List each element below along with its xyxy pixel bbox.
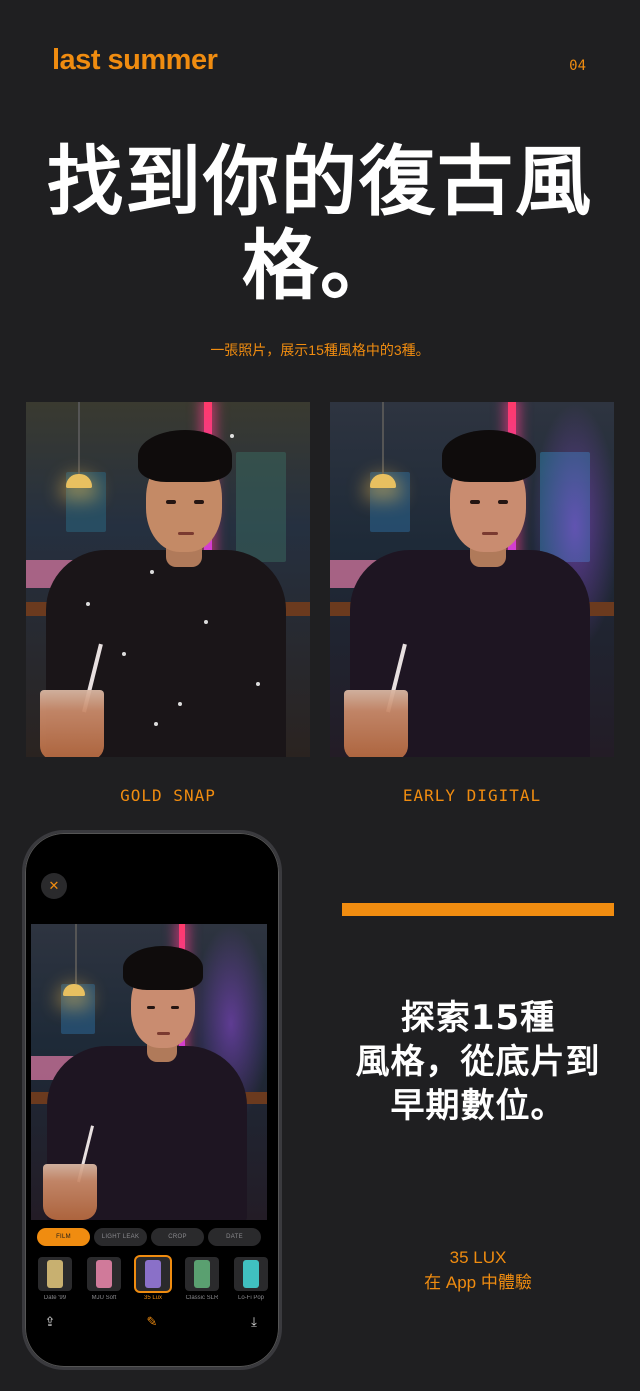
film-speck [86,602,90,606]
film-can-icon [96,1260,112,1288]
film-speck [150,570,154,574]
bottom-toolbar: ⇪ ✎ ⤓ [39,1311,265,1333]
app-name: 35 LUX [449,1248,507,1267]
lamp-cord [78,402,80,474]
film-speck [122,652,126,656]
feature-line-1: 探索15種 [400,998,556,1038]
photo-early-digital [330,402,614,757]
film-speck [204,620,208,624]
tab-crop[interactable]: CROP [151,1228,204,1246]
film-speck [178,702,182,706]
tab-light-leak[interactable]: LIGHT LEAK [94,1228,147,1246]
drink-cup [43,1164,97,1220]
eye [147,1006,155,1009]
feature-line-3: 早期數位。 [390,1086,566,1126]
filter-item[interactable]: Classic SLR [182,1257,222,1305]
filter-item[interactable]: Date '99 [35,1257,75,1305]
filter-list: Date '99 MJU Soft 35 Lux Classic SLR Lo-… [35,1257,275,1305]
film-speck [256,682,260,686]
mouth [157,1032,170,1035]
film-can-icon [194,1260,210,1288]
category-tabs: FILM LIGHT LEAK CROP DATE [37,1228,261,1246]
mouth [178,532,194,535]
filter-thumbnail [185,1257,219,1291]
headline-line-1: 找到你的復古風 [47,137,593,226]
eye [166,500,176,504]
phone-preview-photo [31,924,267,1220]
filter-item[interactable]: MJU Soft [84,1257,124,1305]
filter-label: Date '99 [43,1295,67,1301]
phone-mockup: ✕ FILM LIGHT LEAK CROP DATE Date '99 MJU… [22,830,282,1370]
download-icon[interactable]: ⤓ [243,1311,265,1333]
lamp-cord [75,924,77,984]
filter-thumbnail [136,1257,170,1291]
feature-line-2: 風格，從底片到 [355,1042,601,1082]
film-speck [230,434,234,438]
brand-title: last summer [52,44,218,76]
lamp-cord [382,402,384,474]
drink-cup [40,690,104,757]
page-number: 04 [569,58,586,74]
city-light [236,452,286,562]
eye [498,500,508,504]
close-icon[interactable]: ✕ [41,873,67,899]
mouth [482,532,498,535]
tab-film[interactable]: FILM [37,1228,90,1246]
filter-thumbnail [234,1257,268,1291]
tab-date[interactable]: DATE [208,1228,261,1246]
filter-label: 35 Lux [143,1295,162,1301]
headline-line-2: 格。 [242,221,398,310]
feature-text: 探索15種 風格，從底片到 早期數位。 [330,996,626,1128]
hair [123,946,203,990]
caption-gold-snap: GOLD SNAP [120,786,216,805]
film-can-icon [243,1260,259,1288]
headline: 找到你的復古風 格。 [20,140,620,308]
filter-thumbnail [87,1257,121,1291]
share-icon[interactable]: ⇪ [39,1311,61,1333]
edit-icon[interactable]: ✎ [141,1311,163,1333]
accent-bar [342,903,614,916]
filter-label: MJU Soft [91,1295,117,1301]
photo-scene [330,402,614,757]
photo-scene [31,924,267,1220]
filter-label: Lo-Fi Pop [237,1295,264,1301]
photo-gold-snap [26,402,310,757]
drink-cup [344,690,408,757]
hair [442,430,536,482]
app-tagline: 在 App 中體驗 [424,1273,532,1292]
hair [138,430,232,482]
filter-item[interactable]: Lo-Fi Pop [231,1257,271,1305]
eye [171,1006,179,1009]
eye [470,500,480,504]
photo-scene [26,402,310,757]
filter-item-selected[interactable]: 35 Lux [133,1257,173,1305]
caption-early-digital: EARLY DIGITAL [402,786,542,805]
subtitle: 一張照片，展示15種風格中的3種。 [210,342,430,358]
film-can-icon [145,1260,161,1288]
filter-label: Classic SLR [185,1295,219,1301]
film-speck [154,722,158,726]
film-can-icon [47,1260,63,1288]
filter-thumbnail [38,1257,72,1291]
eye [194,500,204,504]
